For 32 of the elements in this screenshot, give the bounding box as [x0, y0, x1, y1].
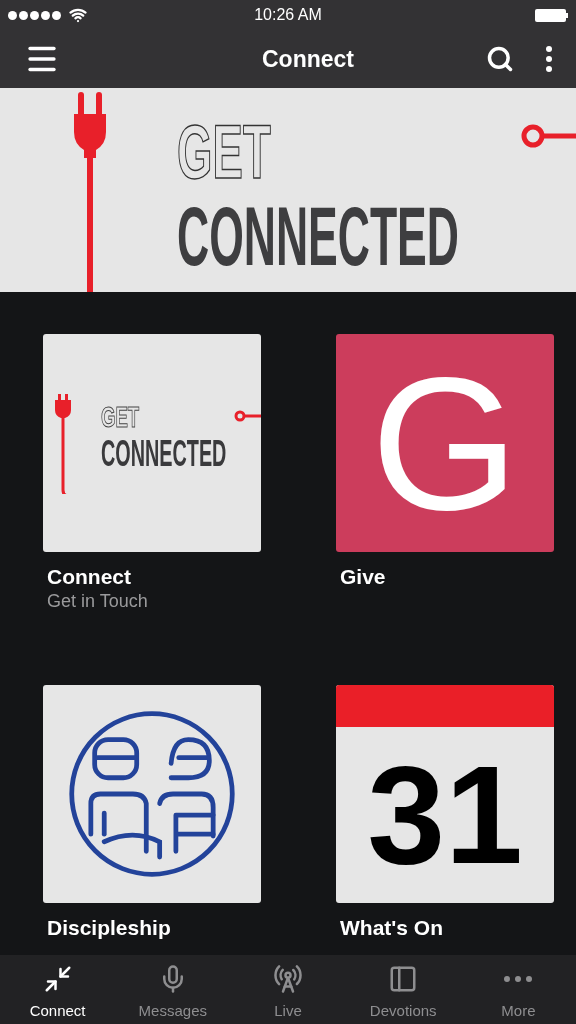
art-title-outline: GET — [101, 402, 140, 432]
search-button[interactable] — [486, 45, 514, 73]
tab[interactable]: Live — [230, 955, 346, 1024]
vertical-dots-icon — [546, 46, 552, 72]
banner-title: CONNECTED — [177, 194, 459, 278]
more-icon — [504, 975, 533, 982]
tile-subtitle: Get in Touch — [47, 590, 149, 613]
wifi-icon — [69, 6, 87, 24]
art-title: CONNECTED — [101, 436, 227, 472]
battery-icon — [535, 8, 568, 22]
tile-title: Give — [340, 564, 387, 590]
signal-icon — [8, 10, 61, 20]
tab[interactable]: Connect — [0, 955, 116, 1024]
nav-title: Connect — [261, 44, 355, 74]
tile-title: Connect — [47, 564, 132, 590]
tile-title: Discipleship — [47, 915, 172, 941]
banner-title-outline: GET — [177, 114, 271, 190]
tile-image[interactable]: 31 — [336, 685, 554, 903]
calendar-day: 31 — [367, 745, 523, 885]
search-icon — [486, 45, 514, 73]
radio-tower-icon — [273, 963, 303, 994]
tab[interactable]: Messages — [115, 955, 231, 1024]
tile-image[interactable]: GET CONNECTED — [43, 334, 261, 552]
tile-image[interactable] — [43, 685, 261, 903]
more-options-button[interactable] — [546, 46, 552, 72]
two-people-icon — [66, 708, 238, 880]
tile-title: What's On — [340, 915, 444, 941]
give-letter: G — [371, 348, 519, 538]
tab[interactable]: Devotions — [345, 955, 461, 1024]
status-time: 10:26 AM — [254, 5, 322, 25]
tile-image[interactable]: G — [336, 334, 554, 552]
tab[interactable]: More — [460, 955, 576, 1024]
